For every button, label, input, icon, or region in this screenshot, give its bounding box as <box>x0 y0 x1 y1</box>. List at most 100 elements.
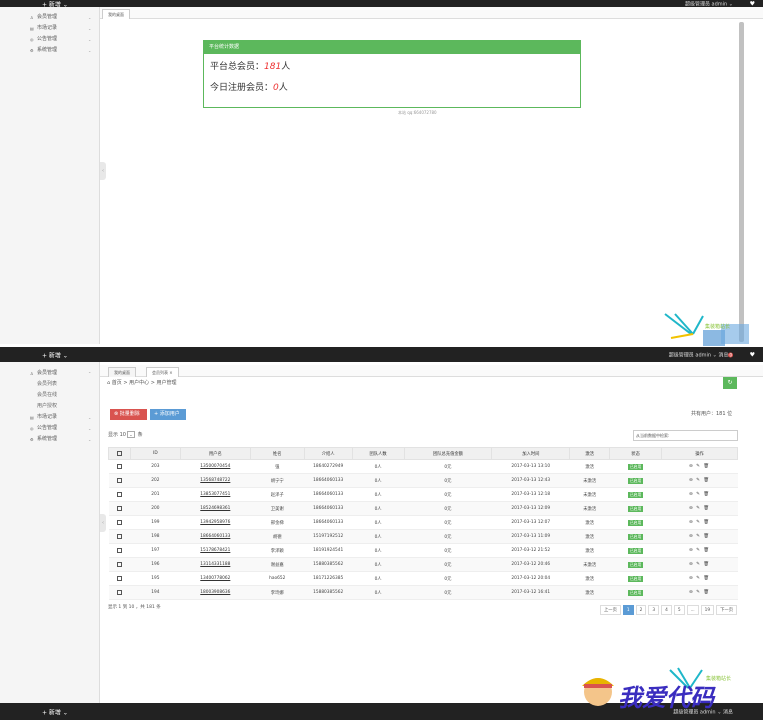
sidebar-subitem-online[interactable]: 会员在线 <box>0 390 99 401</box>
sidebar-item-system[interactable]: ⚙ 系统管理 ⌄ <box>0 45 99 56</box>
batch-delete-button[interactable]: ⊗ 批量删除 <box>110 409 147 420</box>
table-row[interactable]: 201 13853077451 赵泽子 18664060133 0人 0元 2017-03-… <box>108 487 738 502</box>
page-button[interactable]: 4 <box>661 605 672 615</box>
table-cell: 李玲娜 <box>250 585 305 600</box>
row-checkbox[interactable] <box>116 519 122 525</box>
status-badge[interactable]: 已启用 <box>627 547 644 554</box>
table-row[interactable]: 198 18664060133 胡德 15197192512 0人 0元 2017-03-1… <box>108 529 738 544</box>
sidebar-item-members[interactable]: ♙ 会员管理 ⌃ <box>0 368 99 379</box>
tab-desktop[interactable]: 我的桌面 <box>108 367 136 377</box>
row-actions[interactable]: ⊖ ✎ 🗑 <box>689 576 710 581</box>
row-actions[interactable]: ⊖ ✎ 🗑 <box>689 548 710 553</box>
row-checkbox[interactable] <box>116 561 122 567</box>
admin-menu[interactable]: 超级管理员 admin ⌄ 消息0 <box>669 351 733 358</box>
row-actions[interactable]: ⊖ ✎ 🗑 <box>689 520 710 525</box>
heart-icon[interactable]: ♥ <box>750 0 755 7</box>
row-actions[interactable]: ⊖ ✎ 🗑 <box>689 562 710 567</box>
status-badge[interactable]: 已启用 <box>627 519 644 526</box>
prev-page-button[interactable]: 上一页 <box>600 605 621 615</box>
table-row[interactable]: 202 13568748722 胡宁宁 18664060133 0人 0元 2017-03-… <box>108 473 738 488</box>
username-link[interactable]: 13400778062 <box>200 576 230 581</box>
search-input[interactable]: 从当前数据中检索: <box>633 430 738 441</box>
sidebar-collapse-handle[interactable]: ‹ <box>100 162 106 180</box>
col-header[interactable]: 加入时间 <box>491 447 571 460</box>
page-button[interactable]: 2 <box>635 605 647 615</box>
sidebar-item-notice[interactable]: ◎ 公告管理 ⌄ <box>0 34 99 45</box>
table-row[interactable]: 200 18524698361 卫美谢 18664060133 0人 0元 2017-03-… <box>108 501 738 516</box>
page-button[interactable]: 5 <box>673 605 685 615</box>
username-link[interactable]: 13500070454 <box>200 464 230 469</box>
status-badge[interactable]: 已启用 <box>627 575 644 582</box>
username-link[interactable]: 18003908636 <box>200 590 230 595</box>
tab-member-list[interactable]: 会员列表 × <box>146 367 179 377</box>
refresh-button[interactable]: ↻ <box>723 377 737 389</box>
table-row[interactable]: 195 13400778062 hao652 18171226385 0人 0元 2017-… <box>108 571 738 586</box>
col-header[interactable]: 用户名 <box>179 447 251 460</box>
row-checkbox[interactable] <box>116 547 122 553</box>
scrollbar[interactable] <box>739 22 744 342</box>
row-actions[interactable]: ⊖ ✎ 🗑 <box>689 478 710 483</box>
table-row[interactable]: 199 13942958976 邢金梯 18664060133 0人 0元 2017-03-… <box>108 515 738 530</box>
status-badge[interactable]: 已启用 <box>627 505 644 512</box>
status-badge[interactable]: 已启用 <box>627 589 644 596</box>
status-badge[interactable]: 已启用 <box>627 477 644 484</box>
sidebar-item-members[interactable]: ♙ 会员管理 ⌄ <box>0 12 99 23</box>
row-actions[interactable]: ⊖ ✎ 🗑 <box>689 464 710 469</box>
sidebar-subitem-auth[interactable]: 用户授权 <box>0 401 99 412</box>
username-link[interactable]: 13853077451 <box>200 492 230 497</box>
row-checkbox[interactable] <box>116 463 122 469</box>
row-checkbox[interactable] <box>116 505 122 511</box>
add-new-button[interactable]: + 新增 ⌄ <box>42 707 68 716</box>
col-header[interactable]: 姓名 <box>249 447 305 460</box>
row-checkbox[interactable] <box>116 477 122 483</box>
page-button[interactable]: 1 <box>622 605 634 615</box>
col-header[interactable]: 激活 <box>569 447 611 460</box>
status-badge[interactable]: 已启用 <box>627 463 644 470</box>
username-link[interactable]: 13568748722 <box>200 478 230 483</box>
select-all-checkbox[interactable] <box>108 447 131 460</box>
tab-desktop[interactable]: 我的桌面 <box>102 9 130 19</box>
status-badge[interactable]: 已启用 <box>627 561 644 568</box>
sidebar-item-system[interactable]: ⚙ 系统管理 ⌄ <box>0 434 99 445</box>
table-row[interactable]: 196 13114331188 谢益嘉 15880385562 0人 0元 2017-03-… <box>108 557 738 572</box>
add-new-button[interactable]: + 新增 ⌄ <box>42 350 68 359</box>
status-badge[interactable]: 已启用 <box>627 533 644 540</box>
page-button[interactable]: 3 <box>648 605 660 615</box>
row-actions[interactable]: ⊖ ✎ 🗑 <box>689 492 710 497</box>
admin-menu[interactable]: 超级管理员 admin ⌄ <box>685 0 733 7</box>
row-checkbox[interactable] <box>116 589 122 595</box>
col-header[interactable]: 团队总充值金额 <box>403 447 493 460</box>
col-header[interactable]: 操作 <box>661 447 738 460</box>
add-user-button[interactable]: + 添加用户 <box>150 409 186 420</box>
row-checkbox[interactable] <box>116 575 122 581</box>
row-actions[interactable]: ⊖ ✎ 🗑 <box>689 506 710 511</box>
username-link[interactable]: 13942958976 <box>200 520 230 525</box>
sidebar-item-market[interactable]: ▤ 市场记录 ⌄ <box>0 23 99 34</box>
table-row[interactable]: 203 13500070454 强 18640272949 0人 0元 2017-03-13… <box>108 459 738 474</box>
table-cell: 18664060133 <box>304 501 353 516</box>
status-badge[interactable]: 已启用 <box>627 491 644 498</box>
next-page-button[interactable]: 下一页 <box>716 605 738 615</box>
col-header[interactable]: 团队人数 <box>351 447 405 460</box>
col-header[interactable]: 状态 <box>609 447 663 460</box>
sidebar-collapse-handle[interactable]: ‹ <box>100 514 106 532</box>
cell-text: 0人 <box>374 478 382 484</box>
username-link[interactable]: 18664060133 <box>200 534 230 539</box>
col-header[interactable]: ID <box>129 447 181 460</box>
heart-icon[interactable]: ♥ <box>750 351 755 358</box>
sidebar-item-notice[interactable]: ◎ 公告管理 ⌄ <box>0 423 99 434</box>
sidebar-item-market[interactable]: ▤ 市场记录 ⌄ <box>0 412 99 423</box>
username-link[interactable]: 13114331188 <box>200 562 230 567</box>
col-header[interactable]: 介绍人 <box>303 447 353 460</box>
username-link[interactable]: 15178678421 <box>200 548 230 553</box>
page-button[interactable]: 19 <box>700 605 715 615</box>
row-checkbox[interactable] <box>116 491 122 497</box>
page-size-select[interactable]: ⌄ <box>126 431 135 438</box>
sidebar-subitem-member-list[interactable]: 会员列表 <box>0 379 99 390</box>
row-checkbox[interactable] <box>116 533 122 539</box>
username-link[interactable]: 18524698361 <box>200 506 230 511</box>
row-actions[interactable]: ⊖ ✎ 🗑 <box>689 534 710 539</box>
row-actions[interactable]: ⊖ ✎ 🗑 <box>689 590 710 595</box>
table-row[interactable]: 194 18003908636 李玲娜 15880385562 0人 0元 2017-03-… <box>108 585 738 600</box>
table-row[interactable]: 197 15178678421 李泽颖 18191924541 0人 0元 2017-03-… <box>108 543 738 558</box>
